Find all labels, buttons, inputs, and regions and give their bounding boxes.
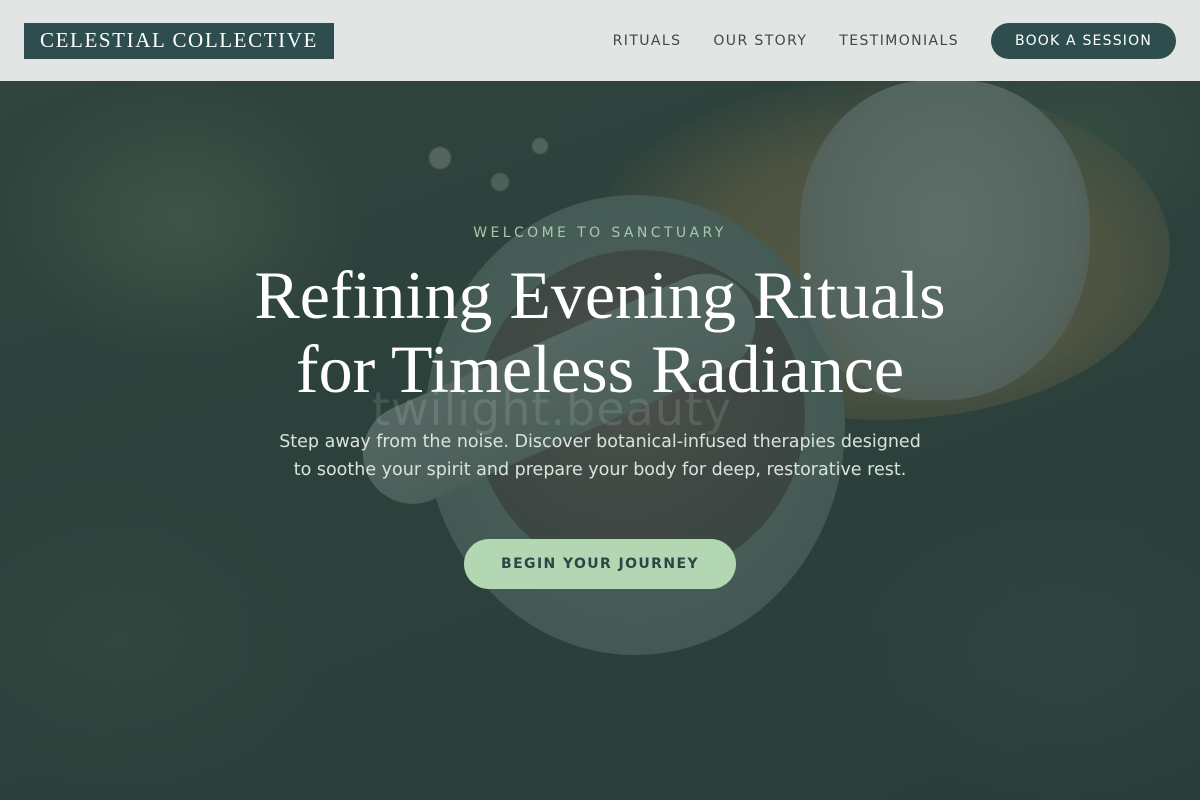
- hero-eyebrow: WELCOME TO SANCTUARY: [473, 225, 727, 241]
- hero-headline: Refining Evening Rituals for Timeless Ra…: [150, 258, 1050, 406]
- hero-section: WELCOME TO SANCTUARY Refining Evening Ri…: [0, 0, 1200, 800]
- begin-journey-button[interactable]: BEGIN YOUR JOURNEY: [464, 539, 736, 589]
- hero-headline-line-1: Refining Evening Rituals: [254, 257, 946, 333]
- hero-headline-line-2: for Timeless Radiance: [295, 331, 905, 407]
- hero-subtext: Step away from the noise. Discover botan…: [279, 432, 921, 480]
